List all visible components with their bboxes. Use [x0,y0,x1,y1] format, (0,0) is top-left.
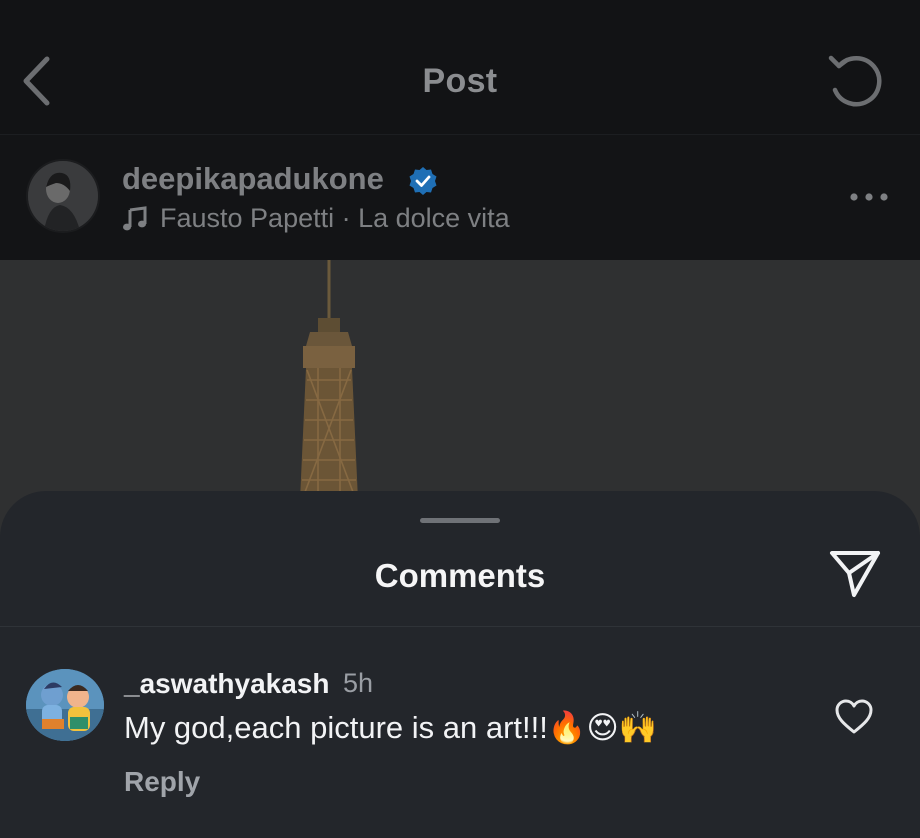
sheet-divider [0,626,920,627]
refresh-button[interactable] [822,52,886,112]
audio-label: Fausto Papetti · La dolce vita [160,203,510,233]
top-nav-bar: Post [0,0,920,135]
avatar-image [26,669,104,741]
comment-timestamp: 5h [343,668,374,698]
heart-outline-icon [835,699,873,734]
comments-title: Comments [374,557,546,594]
send-icon [830,551,880,597]
page-title: Post [422,62,498,100]
share-button[interactable] [824,545,886,601]
commenter-avatar[interactable] [26,669,104,741]
reply-button[interactable]: Reply [124,766,200,798]
music-note-icon [123,205,147,230]
like-comment-button[interactable] [832,697,876,737]
comments-sheet: Comments _aswathyakash 5h My god,each pi… [0,491,920,838]
comment-username[interactable]: _aswathyakash [124,668,329,700]
audio-row[interactable]: Fausto Papetti · La dolce vita [122,203,510,234]
more-horizontal-icon [850,193,888,201]
post-header: deepikapadukone Fausto Papetti · La dolc… [0,135,920,260]
author-username[interactable]: deepikapadukone [122,161,384,197]
more-options-button[interactable] [846,182,892,212]
post-screen: Post deepikapadukone Fausto Papetti · La… [0,0,920,838]
avatar-image [28,161,98,231]
author-avatar[interactable] [26,159,100,233]
sheet-drag-handle[interactable] [420,518,500,523]
comment-text: My god,each picture is an art!!!🔥😍🙌 [124,710,658,745]
refresh-icon [828,55,882,107]
verified-badge-icon [409,167,437,195]
